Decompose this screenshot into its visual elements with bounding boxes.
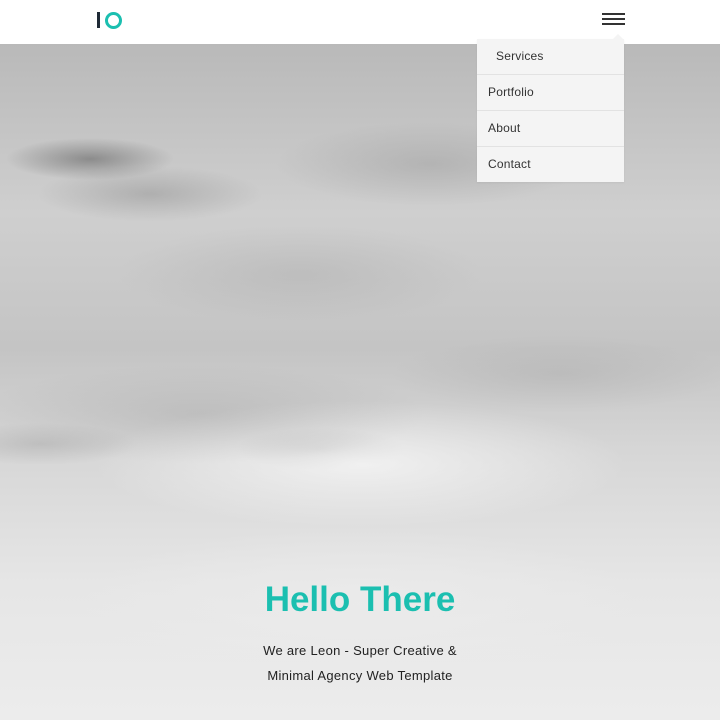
page: Services Portfolio About Contact Hello T… [0, 0, 720, 720]
menu-item-contact[interactable]: Contact [477, 147, 624, 182]
hamburger-line [602, 23, 625, 25]
nav-dropdown-menu: Services Portfolio About Contact [477, 34, 624, 182]
menu-item-services[interactable]: Services [477, 39, 624, 75]
io-logo-icon[interactable] [97, 11, 123, 30]
hero-subtitle-line2: Minimal Agency Web Template [267, 668, 453, 683]
hamburger-line [602, 13, 625, 15]
logo-bar [97, 12, 100, 28]
menu-item-about[interactable]: About [477, 111, 624, 147]
hamburger-menu-icon[interactable] [602, 13, 625, 25]
logo-ring [105, 12, 122, 29]
hero-subtitle-line1: We are Leon - Super Creative & [263, 643, 457, 658]
hero-title: Hello There [264, 580, 456, 619]
menu-item-portfolio[interactable]: Portfolio [477, 75, 624, 111]
hamburger-line [602, 18, 625, 20]
